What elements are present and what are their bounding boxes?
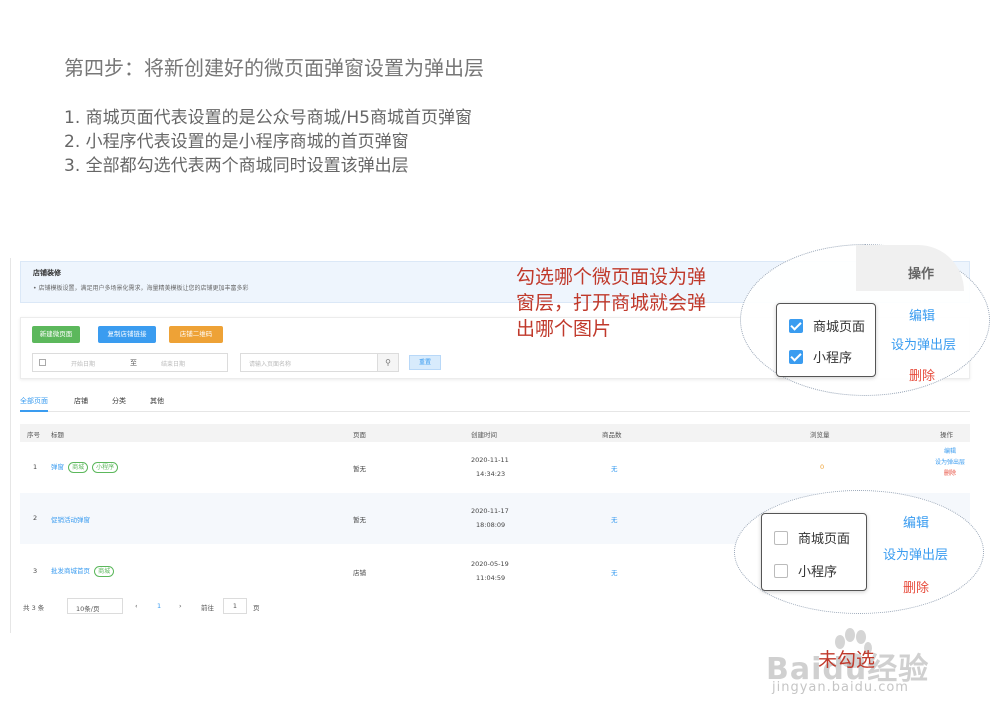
col-page: 页面 [353,431,366,439]
reset-button[interactable]: 重置 [409,355,441,370]
tag-mall: 商城 [68,462,89,473]
col-no: 序号 [27,431,40,439]
zoom-checked: 操作 商城页面 小程序 编辑 设为弹出层 删除 [740,244,990,396]
row-title[interactable]: 弹窗 商城 小程序 [51,461,119,473]
row-goods-count: 无 [611,569,618,577]
search-button[interactable]: ⚲ [377,353,399,372]
option-label: 小程序 [798,565,838,580]
row-page: 店铺 [353,569,366,577]
row-time: 11:04:59 [476,574,506,582]
edit-link[interactable]: 编辑 [909,305,935,324]
step-list: 1. 商城页面代表设置的是公众号商城/H5商城首页弹窗 2. 小程序代表设置的是… [64,106,472,178]
row-no: 1 [33,463,38,471]
qr-code-button[interactable]: 店铺二维码 [169,326,223,343]
col-title: 标题 [51,431,64,439]
prev-page-icon[interactable]: ‹ [135,602,138,610]
step-item: 1. 商城页面代表设置的是公众号商城/H5商城首页弹窗 [64,108,472,128]
watermark-url: jingyan.baidu.com [772,680,909,695]
ops-header: 操作 [856,245,964,291]
checkbox-unchecked-icon[interactable] [774,531,788,545]
step-title: 第四步：将新创建好的微页面弹窗设置为弹出层 [64,56,484,80]
set-popup-link[interactable]: 设为弹出层 [883,544,948,563]
popup-options-checked: 商城页面 小程序 [776,303,876,377]
ops-header-label: 操作 [908,267,935,282]
col-goods: 商品数 [602,431,622,439]
row-title-text[interactable]: 弹窗 [51,463,64,471]
checkbox-checked-icon[interactable] [789,319,803,333]
row-title-text[interactable]: 促销活动弹窗 [51,514,90,524]
tag-miniapp: 小程序 [92,462,119,473]
next-page-icon[interactable]: › [179,602,182,610]
checkbox-unchecked-icon[interactable] [774,564,788,578]
set-popup-link[interactable]: 设为弹出层 [891,334,956,353]
col-created: 创建时间 [471,431,497,439]
row-title-text[interactable]: 批发商城首页 [51,567,90,575]
delete-link[interactable]: 删除 [903,577,929,596]
row-page: 暂无 [353,465,366,473]
row-page: 暂无 [353,516,366,524]
zoom-unchecked: 商城页面 小程序 编辑 设为弹出层 删除 [734,490,984,614]
step-item: 3. 全部都勾选代表两个商城同时设置该弹出层 [64,156,409,176]
pagination: 共 3 条 10条/页 ‹ 1 › 前往 1 页 [23,598,423,614]
page-size-select[interactable]: 10条/页 [67,598,123,614]
row-date: 2020-11-11 [471,456,509,464]
step-item: 2. 小程序代表设置的是小程序商城的首页弹窗 [64,132,409,152]
edit-link[interactable]: 编辑 [903,512,929,531]
start-date-placeholder: 开始日期 [71,361,96,368]
note-unchecked: 未勾选 [818,649,876,671]
goto-label: 前往 [201,604,214,612]
date-separator: 至 [130,359,137,367]
option-mall-page[interactable]: 商城页面 [789,316,865,335]
tag-mall: 商城 [94,566,115,577]
row-goods-count: 无 [611,465,618,473]
row-title[interactable]: 批发商城首页 商城 [51,565,115,577]
search-icon: ⚲ [385,358,391,367]
goto-page-input[interactable]: 1 [223,598,247,614]
tab-store[interactable]: 店铺 [74,396,88,412]
delete-link[interactable]: 删除 [930,468,970,479]
tab-all-pages[interactable]: 全部页面 [20,396,48,412]
option-miniapp[interactable]: 小程序 [789,347,852,366]
date-range-picker[interactable]: 开始日期 至 结束日期 [32,353,228,372]
set-popup-link[interactable]: 设为弹出层 [930,457,970,468]
new-page-button[interactable]: 新建微页面 [32,326,80,343]
end-date-placeholder: 结束日期 [161,361,186,368]
calendar-icon [39,359,46,366]
option-label: 商城页面 [813,320,866,335]
row-date: 2020-11-17 [471,507,509,515]
callout-text: 勾选哪个微页面设为弹窗层，打开商城就会弹出哪个图片 [516,266,707,340]
table-header: 序号 标题 页面 创建时间 商品数 浏览量 操作 [20,424,970,442]
delete-link[interactable]: 删除 [909,365,935,384]
tab-category[interactable]: 分类 [112,396,126,412]
option-mall-page[interactable]: 商城页面 [774,528,850,547]
option-label: 商城页面 [798,532,851,547]
col-views: 浏览量 [810,431,830,439]
row-date: 2020-05-19 [471,560,509,568]
total-count: 共 3 条 [23,604,45,612]
col-ops: 操作 [940,431,953,439]
tab-bar: 全部页面 店铺 分类 其他 [20,396,970,412]
row-views: 0 [820,463,825,471]
option-label: 小程序 [813,351,853,366]
row-no: 3 [33,567,38,575]
page-unit: 页 [253,604,260,612]
search-input[interactable]: 请输入页面名称 [240,353,378,372]
table-row: 1 弹窗 商城 小程序 暂无 2020-11-11 14:34:23 无 0 编… [20,442,970,493]
checkbox-checked-icon[interactable] [789,350,803,364]
row-time: 14:34:23 [476,470,506,478]
row-time: 18:08:09 [476,521,506,529]
edit-link[interactable]: 编辑 [930,446,970,457]
row-no: 2 [33,514,38,522]
current-page[interactable]: 1 [157,602,161,610]
row-goods-count: 无 [611,516,618,524]
option-miniapp[interactable]: 小程序 [774,561,837,580]
banner-desc: • 店铺模板设置，满足用户多场景化需求，海量精美模板让您的店铺更加丰富多彩 [33,285,249,292]
copy-link-button[interactable]: 复制店铺链接 [98,326,156,343]
tab-other[interactable]: 其他 [150,396,164,412]
banner-title: 店铺装修 [33,269,61,277]
popup-options-unchecked: 商城页面 小程序 [761,513,867,591]
row-ops: 编辑 设为弹出层 删除 [930,446,970,479]
